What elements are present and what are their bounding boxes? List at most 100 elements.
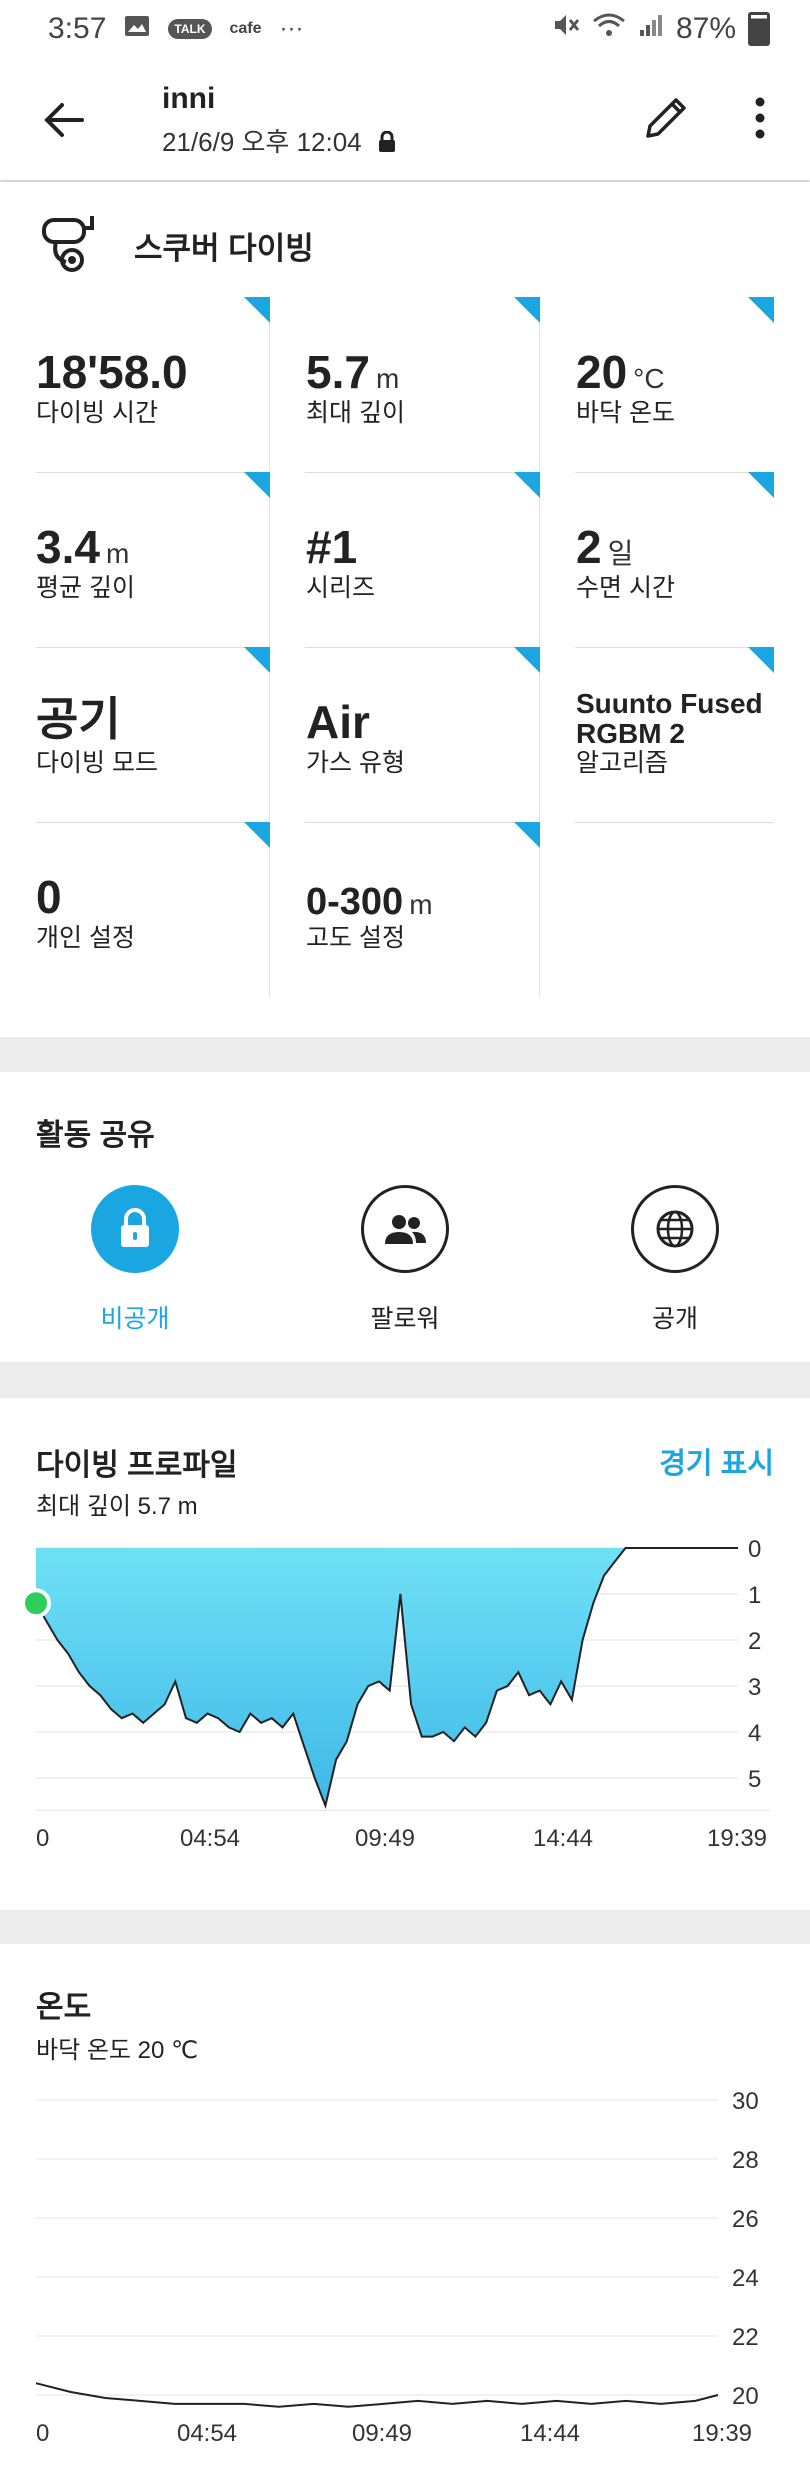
stat-surface-time[interactable]: 2일 수면 시간: [576, 472, 774, 646]
y-tick-label: 4: [748, 1720, 761, 1747]
temperature-card: 온도 바닥 온도 20 ℃ 30 28 26 24 22 20 0 04:54 09:49 14:…: [0, 1944, 810, 2491]
temperature-chart[interactable]: 30 28 26 24 22 20 0 04:54 09:49 14:44 19:39: [0, 2070, 810, 2490]
wifi-icon: [592, 12, 626, 46]
lock-icon: [377, 129, 397, 160]
x-tick-label: 0: [36, 1825, 49, 1852]
y-tick-label: 3: [748, 1674, 761, 1701]
lock-icon: [91, 1185, 179, 1273]
corner-indicator: [514, 822, 540, 848]
stat-personal-setting[interactable]: 0 개인 설정: [36, 822, 270, 996]
y-tick-label: 22: [732, 2324, 759, 2351]
followers-icon: [361, 1185, 449, 1273]
more-notifications-icon: ···: [279, 15, 304, 42]
edit-button[interactable]: [640, 90, 694, 144]
stat-value: 3.4 m: [36, 521, 130, 573]
pencil-icon: [646, 98, 686, 138]
stat-label: 평균 깊이: [36, 574, 135, 602]
status-time: 3:57: [48, 12, 107, 45]
y-tick-label: 20: [732, 2383, 759, 2410]
stat-label: 수면 시간: [576, 574, 675, 602]
arrow-left-icon: [44, 103, 84, 137]
share-public-label: 공개: [651, 1305, 698, 1333]
stat-label: 최대 깊이: [306, 399, 405, 427]
corner-indicator: [748, 647, 774, 673]
mute-icon: [552, 12, 580, 46]
activity-title: inni: [162, 82, 216, 115]
share-card: 활동 공유 비공개 팔로워 공개: [0, 1072, 810, 1362]
stat-value: Air: [306, 696, 370, 748]
y-tick-label: 5: [748, 1766, 761, 1793]
temperature-title: 온도: [36, 1991, 92, 2024]
y-tick-label: 26: [732, 2206, 759, 2233]
stat-dive-time[interactable]: 18'58.0 다이빙 시간: [36, 297, 270, 471]
y-tick-label: 2: [748, 1628, 761, 1655]
y-tick-label: 1: [748, 1582, 761, 1609]
stat-label: 알고리즘: [576, 749, 669, 777]
x-tick-label: 19:39: [692, 2420, 752, 2447]
corner-indicator: [514, 472, 540, 498]
stat-label: 시리즈: [306, 574, 376, 602]
stat-label: 개인 설정: [36, 924, 135, 952]
stat-avg-depth[interactable]: 3.4 m 평균 깊이: [36, 472, 270, 646]
corner-indicator: [244, 472, 270, 498]
x-tick-label: 14:44: [533, 1825, 593, 1852]
depth-area: [36, 1548, 738, 1806]
corner-indicator: [244, 297, 270, 323]
stat-series[interactable]: #1 시리즈: [306, 472, 540, 646]
stat-label: 가스 유형: [306, 749, 405, 777]
temperature-subtitle: 바닥 온도 20 ℃: [36, 2037, 198, 2064]
x-tick-label: 19:39: [707, 1825, 767, 1852]
stat-value: 0: [36, 871, 62, 923]
stat-algorithm[interactable]: Suunto Fused RGBM 2 알고리즘: [576, 647, 774, 821]
stat-value: #1: [306, 521, 358, 573]
stat-max-depth[interactable]: 5.7 m 최대 깊이: [306, 297, 540, 471]
stat-label: 바닥 온도: [576, 399, 675, 427]
activity-datetime-text: 21/6/9 오후 12:04: [162, 127, 362, 157]
x-tick-label: 0: [36, 2420, 49, 2447]
app-bar: inni 21/6/9 오후 12:04: [0, 58, 810, 180]
activity-datetime: 21/6/9 오후 12:04: [162, 122, 397, 160]
battery-icon: [748, 12, 770, 46]
y-tick-label: 0: [748, 1536, 761, 1563]
stat-value: 18'58.0: [36, 346, 188, 398]
stat-label: 다이빙 시간: [36, 399, 158, 427]
stat-label: 고도 설정: [306, 924, 405, 952]
stat-gas-type[interactable]: Air 가스 유형: [306, 647, 540, 821]
more-menu-button[interactable]: [740, 90, 780, 146]
stat-value: 5.7 m: [306, 346, 400, 398]
stat-label: 다이빙 모드: [36, 749, 158, 777]
stat-dive-mode[interactable]: 공기 다이빙 모드: [36, 647, 270, 821]
sport-label: 스쿠버 다이빙: [134, 230, 314, 266]
y-tick-label: 24: [732, 2265, 759, 2292]
scuba-mask-icon: [42, 216, 94, 272]
sport-type: 스쿠버 다이빙: [36, 214, 314, 276]
dive-profile-card: 다이빙 프로파일 경기 표시 최대 깊이 5.7 m 0 1 2 3 4 5 0 04:54 0…: [0, 1398, 810, 1910]
show-race-link[interactable]: 경기 표시: [659, 1440, 774, 1482]
dive-profile-subtitle: 최대 깊이 5.7 m: [36, 1493, 198, 1520]
corner-indicator: [748, 472, 774, 498]
x-tick-label: 09:49: [352, 2420, 412, 2447]
share-title: 활동 공유: [36, 1119, 155, 1152]
x-tick-label: 14:44: [520, 2420, 580, 2447]
share-private-option[interactable]: 비공개: [35, 1185, 235, 1335]
share-public-option[interactable]: 공개: [575, 1185, 775, 1335]
stat-value: Suunto Fused RGBM 2: [576, 688, 763, 749]
x-tick-label: 09:49: [355, 1825, 415, 1852]
corner-indicator: [514, 647, 540, 673]
corner-indicator: [514, 297, 540, 323]
position-marker: [21, 1588, 51, 1619]
stat-altitude-setting[interactable]: 0-300 m 고도 설정: [306, 822, 540, 996]
corner-indicator: [748, 297, 774, 323]
share-followers-option[interactable]: 팔로워: [305, 1185, 505, 1335]
dive-profile-title: 다이빙 프로파일: [36, 1449, 238, 1482]
x-tick-label: 04:54: [180, 1825, 240, 1852]
back-button[interactable]: [38, 94, 90, 146]
share-private-label: 비공개: [100, 1305, 170, 1333]
stat-value: 2일: [576, 521, 634, 573]
cafe-icon: cafe: [229, 20, 262, 37]
dive-profile-chart[interactable]: 0 1 2 3 4 5 0 04:54 09:49 14:44 19:39: [0, 1530, 810, 1910]
stat-value: 20 °C: [576, 346, 665, 398]
status-bar: 3:57 TALK cafe ··· 87%: [0, 0, 810, 58]
corner-indicator: [244, 822, 270, 848]
stat-bottom-temp[interactable]: 20 °C 바닥 온도: [576, 297, 774, 471]
